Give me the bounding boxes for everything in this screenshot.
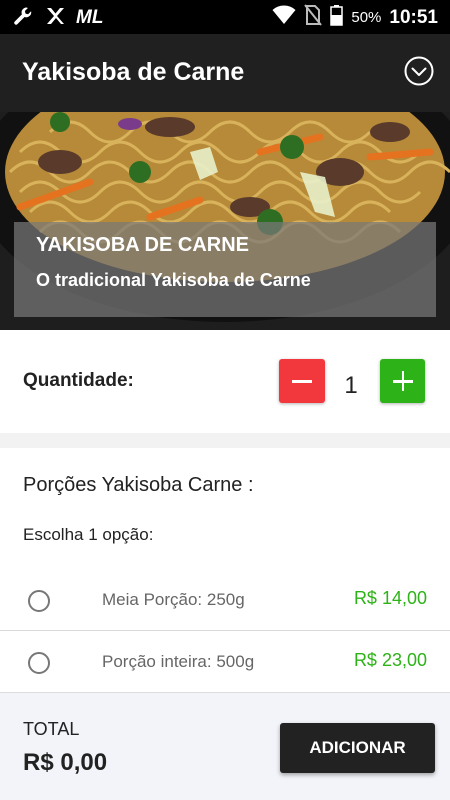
increase-quantity-button[interactable]: [380, 359, 425, 403]
product-name: YAKISOBA DE CARNE: [36, 234, 249, 256]
chevron-down-icon[interactable]: [404, 56, 434, 86]
hero-caption: YAKISOBA DE CARNE O tradicional Yakisoba…: [14, 222, 436, 317]
wifi-icon: [272, 5, 296, 30]
ml-icon: ML: [76, 5, 104, 27]
hero-image: YAKISOBA DE CARNE O tradicional Yakisoba…: [0, 112, 450, 330]
no-sim-icon: [304, 4, 323, 31]
status-bar-left: ML: [12, 5, 104, 27]
option-name: Meia Porção: 250g: [102, 590, 245, 609]
order-footer: TOTAL R$ 0,00 ADICIONAR: [0, 692, 450, 800]
radio-button[interactable]: [28, 652, 50, 674]
total-value: R$ 0,00: [23, 749, 108, 776]
add-to-cart-button[interactable]: ADICIONAR: [280, 723, 435, 773]
app-logo-icon: [44, 5, 66, 27]
quantity-value: 1: [344, 372, 358, 399]
option-name: Porção inteira: 500g: [102, 652, 255, 671]
option-price: R$ 23,00: [353, 650, 427, 670]
option-row-half-portion[interactable]: Meia Porção: 250g R$ 14,00: [0, 569, 450, 631]
page-title: Yakisoba de Carne: [22, 58, 245, 86]
radio-button[interactable]: [28, 590, 50, 612]
quantity-card: Quantidade: 1: [0, 330, 450, 433]
options-instruction: Escolha 1 opção:: [23, 525, 154, 544]
total-label: TOTAL: [23, 719, 80, 739]
status-bar: ML 50% 10:51: [0, 0, 450, 34]
battery-icon: [330, 4, 344, 31]
clock: 10:51: [389, 6, 438, 28]
ml-icon-text: ML: [76, 7, 103, 27]
app-bar: Yakisoba de Carne: [0, 34, 450, 112]
wrench-icon: [12, 5, 34, 27]
screen: ML 50% 10:51 Yakisoba de Carne YAKISOBA …: [0, 0, 450, 800]
options-title: Porções Yakisoba Carne :: [23, 474, 254, 496]
decrease-quantity-button[interactable]: [279, 359, 325, 403]
product-description: O tradicional Yakisoba de Carne: [36, 270, 311, 290]
option-price: R$ 14,00: [353, 588, 427, 608]
option-row-full-portion[interactable]: Porção inteira: 500g R$ 23,00: [0, 631, 450, 693]
status-bar-right: 50% 10:51: [272, 4, 438, 31]
portion-options-card: Porções Yakisoba Carne : Escolha 1 opção…: [0, 448, 450, 708]
quantity-label: Quantidade:: [23, 370, 134, 391]
battery-percent: 50%: [351, 9, 382, 26]
